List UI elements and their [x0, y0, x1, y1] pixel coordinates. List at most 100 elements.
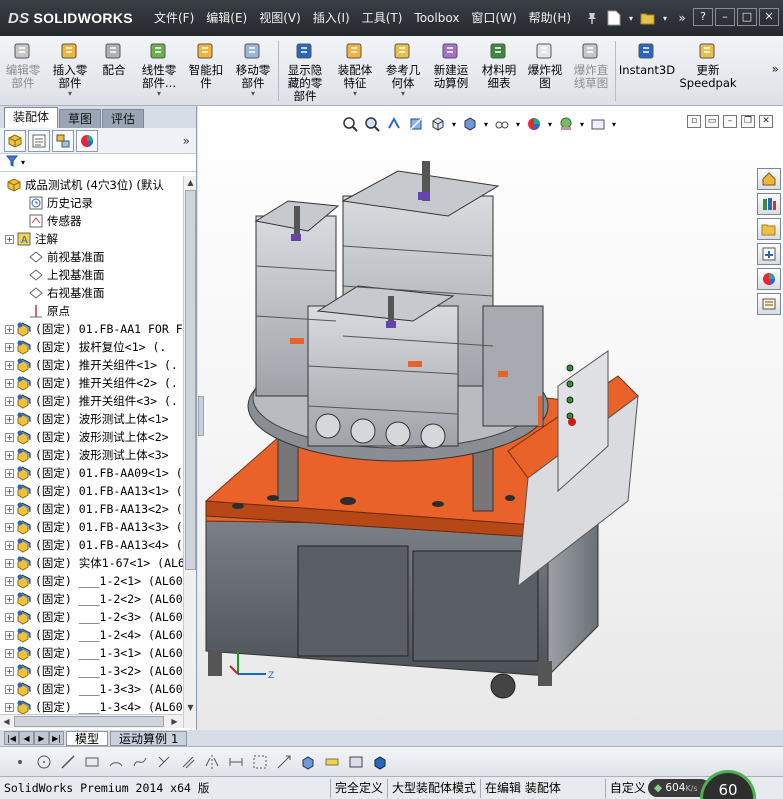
tree-root-assembly[interactable]: 成品测试机 (4穴3位) (默认 — [0, 176, 183, 194]
extrude-icon[interactable] — [298, 752, 318, 772]
tree-item[interactable]: + (固定) 拔杆复位<1> (. — [0, 338, 183, 356]
solidworks-resources-icon[interactable] — [757, 168, 781, 190]
expand-toggle-icon[interactable]: + — [5, 360, 14, 370]
arc-icon[interactable] — [106, 752, 126, 772]
tree-item[interactable]: + (固定) 波形测试上体<1> — [0, 410, 183, 428]
solid-icon[interactable] — [370, 752, 390, 772]
measure-icon[interactable] — [322, 752, 342, 772]
dropdown-arrow-icon[interactable]: ▾ — [401, 90, 405, 98]
expand-toggle-icon[interactable]: + — [5, 702, 14, 712]
next-tab-icon[interactable]: ▶ — [34, 731, 49, 745]
tree-item[interactable]: + (固定) 推开关组件<3> (. — [0, 392, 183, 410]
expand-toggle-icon[interactable]: + — [5, 378, 14, 388]
expand-toggle-icon[interactable]: + — [5, 558, 14, 568]
offset-icon[interactable] — [178, 752, 198, 772]
circle-icon[interactable] — [34, 752, 54, 772]
tree-horizontal-scrollbar[interactable]: ◀ ▶ — [0, 714, 183, 728]
tree-item[interactable]: 原点 — [0, 302, 183, 320]
new-document-icon[interactable] — [605, 9, 623, 27]
tree-vertical-scrollbar[interactable]: ▲ ▼ — [183, 176, 196, 728]
tree-item[interactable]: + (固定) 01.FB-AA09<1> (. — [0, 464, 183, 482]
dropdown-arrow-icon[interactable]: ▾ — [157, 90, 161, 98]
dropdown-arrow-icon[interactable]: ▾ — [627, 9, 635, 27]
expand-toggle-icon[interactable]: + — [5, 450, 14, 460]
menu-edit[interactable]: 编辑(E) — [200, 7, 253, 29]
dropdown-arrow-icon[interactable]: ▾ — [68, 90, 72, 98]
relation-icon[interactable] — [250, 752, 270, 772]
status-units[interactable]: 自定义 — [604, 778, 650, 798]
toolbar-more-icon[interactable]: » — [673, 9, 691, 27]
expand-toggle-icon[interactable]: + — [5, 612, 14, 622]
tree-item[interactable]: + (固定) ___1-3<2> (AL606 — [0, 662, 183, 680]
expand-toggle-icon[interactable]: + — [5, 432, 14, 442]
command-bom-button[interactable]: 材料明 细表 — [475, 36, 523, 106]
command-insert-component-button[interactable]: 插入零 部件 ▾ — [46, 36, 94, 106]
menu-insert[interactable]: 插入(I) — [307, 7, 356, 29]
tree-item[interactable]: + (固定) 01.FB-AA13<2> (. — [0, 500, 183, 518]
tree-item[interactable]: + (固定) ___1-2<2> (AL606 — [0, 590, 183, 608]
tree-item[interactable]: + (固定) 波形测试上体<2> — [0, 428, 183, 446]
tree-item[interactable]: 上视基准面 — [0, 266, 183, 284]
tab-sketch[interactable]: 草图 — [59, 109, 102, 128]
property-manager-icon[interactable] — [28, 129, 50, 152]
command-mate-button[interactable]: 配合 — [94, 36, 134, 106]
tree-item[interactable]: 前视基准面 — [0, 248, 183, 266]
tree-item[interactable]: + (固定) 01.FB-AA13<1> (. — [0, 482, 183, 500]
command-move-component-button[interactable]: 移动零 部件 ▾ — [228, 36, 278, 106]
expand-toggle-icon[interactable]: + — [5, 630, 14, 640]
expand-toggle-icon[interactable]: + — [5, 414, 14, 424]
feature-tree-icon[interactable] — [4, 129, 26, 152]
menu-help[interactable]: 帮助(H) — [523, 7, 577, 29]
expand-toggle-icon[interactable]: + — [5, 486, 14, 496]
spline-icon[interactable] — [130, 752, 150, 772]
point-icon[interactable] — [10, 752, 30, 772]
tree-scroll-thumb[interactable] — [185, 190, 196, 570]
view-palette-icon[interactable] — [757, 243, 781, 265]
help-button-icon[interactable]: ? — [693, 8, 713, 26]
tab-motion-study[interactable]: 运动算例 1 — [110, 730, 188, 746]
command-update-speedpak-button[interactable]: 更新 Speedpak — [678, 36, 738, 106]
command-reference-geometry-button[interactable]: 参考几 何体 ▾ — [379, 36, 427, 106]
tree-item[interactable]: + (固定) 01.FB-AA1 FOR FG — [0, 320, 183, 338]
dimension-icon[interactable] — [226, 752, 246, 772]
expand-toggle-icon[interactable]: + — [5, 504, 14, 514]
command-more-icon[interactable]: » — [772, 62, 779, 76]
tree-item[interactable]: + (固定) 推开关组件<2> (. — [0, 374, 183, 392]
command-linear-pattern-button[interactable]: 线性零 部件... ▾ — [134, 36, 184, 106]
minimize-icon[interactable]: – — [715, 8, 735, 26]
tree-item[interactable]: + (固定) 01.FB-AA13<4> (. — [0, 536, 183, 554]
menu-tools[interactable]: 工具(T) — [356, 7, 409, 29]
expand-toggle-icon[interactable]: + — [5, 594, 14, 604]
expand-toggle-icon[interactable]: + — [5, 342, 14, 352]
rectangle-icon[interactable] — [82, 752, 102, 772]
restore-icon[interactable]: □ — [737, 8, 757, 26]
tree-item[interactable]: + (固定) 推开关组件<1> (. — [0, 356, 183, 374]
expand-toggle-icon[interactable]: + — [5, 324, 14, 334]
panel-more-icon[interactable]: » — [183, 134, 190, 148]
command-exploded-view-button[interactable]: 爆炸视 图 — [523, 36, 567, 106]
tree-item[interactable]: + (固定) ___1-2<4> (AL606 — [0, 626, 183, 644]
pin-icon[interactable] — [583, 9, 601, 27]
file-explorer-icon[interactable] — [757, 218, 781, 240]
appearances-icon[interactable] — [757, 268, 781, 290]
tree-item[interactable]: + (固定) 波形测试上体<3> — [0, 446, 183, 464]
solidworks-logo[interactable]: DS SOLIDWORKS — [0, 0, 140, 36]
command-show-hidden-button[interactable]: 显示隐 藏的零 部件 — [279, 36, 331, 106]
dropdown-arrow-icon[interactable]: ▾ — [661, 9, 669, 27]
expand-toggle-icon[interactable]: + — [5, 522, 14, 532]
filter-dropdown-icon[interactable]: ▾ — [21, 158, 25, 167]
dropdown-arrow-icon[interactable]: ▾ — [353, 90, 357, 98]
close-icon[interactable]: ✕ — [759, 8, 779, 26]
expand-toggle-icon[interactable]: + — [5, 684, 14, 694]
tree-item[interactable]: + (固定) 01.FB-AA13<3> (. — [0, 518, 183, 536]
design-library-icon[interactable] — [757, 193, 781, 215]
open-folder-icon[interactable] — [639, 9, 657, 27]
tree-hscroll-thumb[interactable] — [14, 716, 164, 727]
command-assembly-feature-button[interactable]: 装配体 特征 ▾ — [331, 36, 379, 106]
tree-item[interactable]: 右视基准面 — [0, 284, 183, 302]
tree-item[interactable]: + (固定) 实体1-67<1> (AL6 — [0, 554, 183, 572]
tree-item[interactable]: 历史记录 — [0, 194, 183, 212]
mirror-icon[interactable] — [202, 752, 222, 772]
tree-item[interactable]: + (固定) ___1-2<1> (AL606 — [0, 572, 183, 590]
menu-toolbox[interactable]: Toolbox — [408, 7, 465, 29]
